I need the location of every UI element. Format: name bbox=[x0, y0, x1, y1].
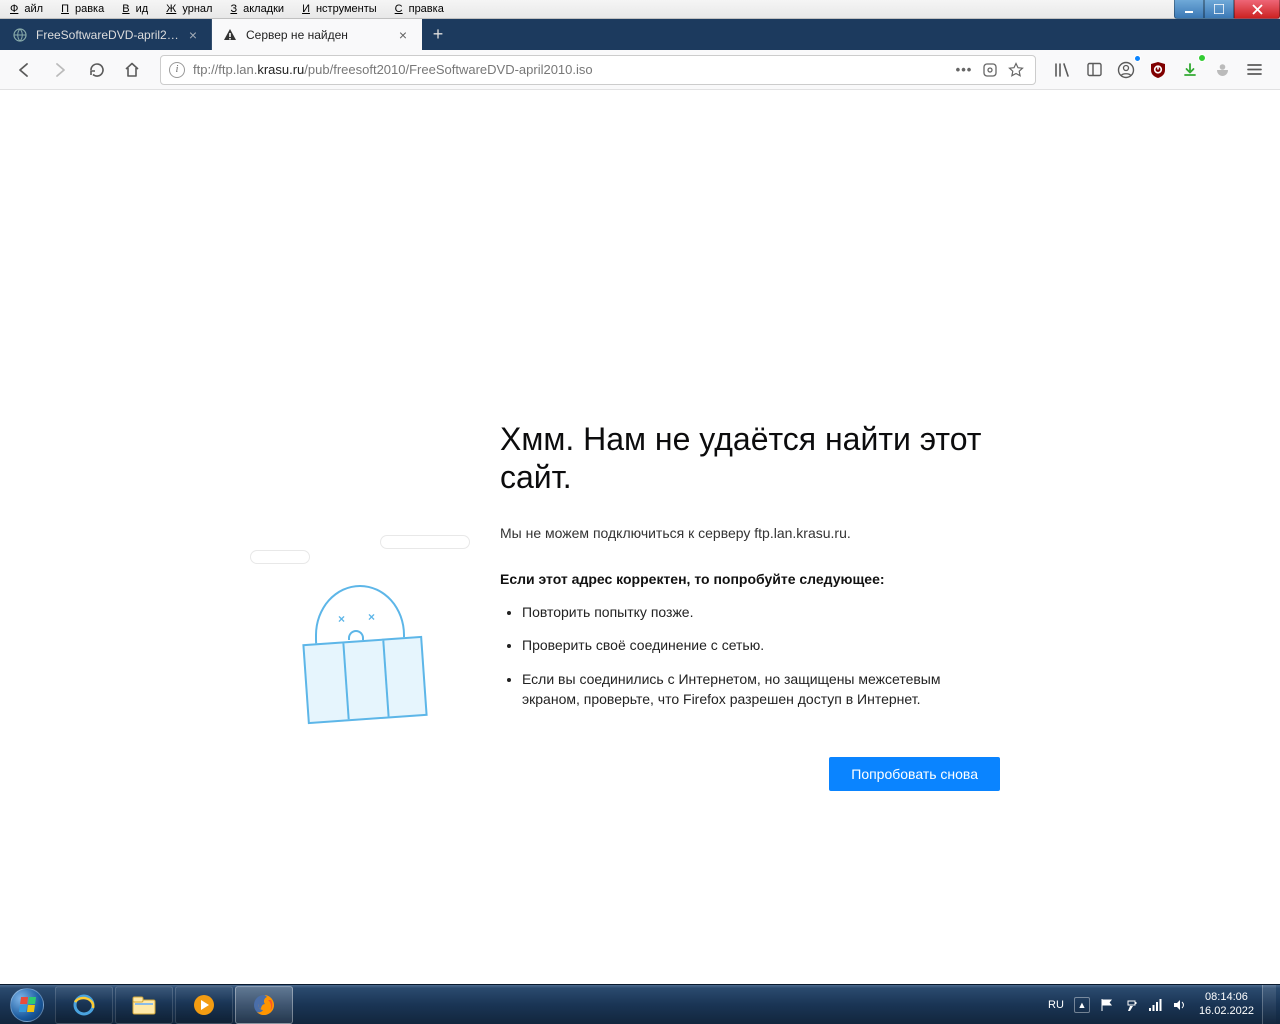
taskbar-wmp[interactable] bbox=[175, 986, 233, 1024]
sidebar-icon[interactable] bbox=[1080, 56, 1108, 84]
tray-flag-icon[interactable] bbox=[1095, 985, 1119, 1024]
menu-help[interactable]: Справка bbox=[389, 3, 456, 15]
menu-bar: Файл Правка Вид Журнал Закладки Инструме… bbox=[0, 0, 1280, 19]
tray-lang[interactable]: RU bbox=[1043, 985, 1069, 1024]
taskbar-ie[interactable] bbox=[55, 986, 113, 1024]
close-button[interactable] bbox=[1234, 0, 1280, 19]
window-buttons bbox=[1174, 0, 1280, 19]
list-item: Проверить своё соединение с сетью. bbox=[522, 636, 1000, 656]
reader-icon[interactable] bbox=[979, 59, 1001, 81]
new-tab-button[interactable]: + bbox=[422, 19, 454, 50]
tray-power-icon[interactable] bbox=[1119, 985, 1143, 1024]
tab-close-icon[interactable]: × bbox=[395, 27, 411, 43]
tray-volume-icon[interactable] bbox=[1167, 985, 1191, 1024]
menu-edit[interactable]: Правка bbox=[55, 3, 116, 15]
error-illustration: ×× bbox=[220, 530, 480, 760]
menu-icon[interactable] bbox=[1240, 56, 1268, 84]
warning-icon bbox=[222, 27, 238, 43]
minimize-button[interactable] bbox=[1174, 0, 1204, 19]
nav-bar: i ftp://ftp.lan.krasu.ru/pub/freesoft201… bbox=[0, 50, 1280, 90]
url-bar[interactable]: i ftp://ftp.lan.krasu.ru/pub/freesoft201… bbox=[160, 55, 1036, 85]
tray-chevron-icon[interactable]: ▲ bbox=[1069, 985, 1095, 1024]
error-text: Хмм. Нам не удаётся найти этот сайт. Мы … bbox=[480, 420, 1000, 791]
tab-title: Сервер не найден bbox=[246, 28, 389, 42]
toolbar-right bbox=[1048, 56, 1272, 84]
forward-button[interactable] bbox=[44, 54, 76, 86]
star-icon[interactable] bbox=[1005, 59, 1027, 81]
menu-bookmarks[interactable]: Закладки bbox=[224, 3, 296, 15]
start-button[interactable] bbox=[0, 985, 54, 1024]
list-item: Если вы соединились с Интернетом, но защ… bbox=[522, 670, 1000, 709]
tab-0[interactable]: FreeSoftwareDVD-april2010.iso × bbox=[2, 19, 212, 50]
show-desktop-button[interactable] bbox=[1262, 985, 1276, 1024]
info-icon[interactable]: i bbox=[169, 62, 185, 78]
tray-clock[interactable]: 08:14:06 16.02.2022 bbox=[1191, 991, 1262, 1019]
tab-1[interactable]: Сервер не найден × bbox=[212, 19, 422, 50]
retry-button[interactable]: Попробовать снова bbox=[829, 757, 1000, 791]
error-title: Хмм. Нам не удаётся найти этот сайт. bbox=[500, 420, 1000, 497]
reload-button[interactable] bbox=[80, 54, 112, 86]
menu-tools[interactable]: Инструменты bbox=[296, 3, 389, 15]
back-button[interactable] bbox=[8, 54, 40, 86]
globe-icon bbox=[12, 27, 28, 43]
list-item: Повторить попытку позже. bbox=[522, 603, 1000, 623]
error-bold: Если этот адрес корректен, то попробуйте… bbox=[500, 571, 1000, 587]
error-container: ×× Хмм. Нам не удаётся найти этот сайт. … bbox=[220, 420, 1000, 791]
system-tray: RU ▲ 08:14:06 16.02.2022 bbox=[1043, 985, 1280, 1024]
puzzle-icon[interactable] bbox=[1208, 56, 1236, 84]
tray-date: 16.02.2022 bbox=[1199, 1005, 1254, 1019]
page-actions-icon[interactable]: ••• bbox=[953, 59, 975, 81]
page-content: ×× Хмм. Нам не удаётся найти этот сайт. … bbox=[0, 90, 1280, 984]
taskbar-firefox[interactable] bbox=[235, 986, 293, 1024]
error-list: Повторить попытку позже. Проверить своё … bbox=[500, 603, 1000, 709]
taskbar: RU ▲ 08:14:06 16.02.2022 bbox=[0, 984, 1280, 1024]
tab-close-icon[interactable]: × bbox=[185, 27, 201, 43]
taskbar-explorer[interactable] bbox=[115, 986, 173, 1024]
tray-time: 08:14:06 bbox=[1205, 991, 1248, 1005]
tab-strip: FreeSoftwareDVD-april2010.iso × Сервер н… bbox=[0, 19, 1280, 50]
tab-title: FreeSoftwareDVD-april2010.iso bbox=[36, 28, 179, 42]
tray-network-icon[interactable] bbox=[1143, 985, 1167, 1024]
download-icon[interactable] bbox=[1176, 56, 1204, 84]
ublock-icon[interactable] bbox=[1144, 56, 1172, 84]
menu-view[interactable]: Вид bbox=[116, 3, 160, 15]
menu-history[interactable]: Журнал bbox=[160, 3, 224, 15]
url-text: ftp://ftp.lan.krasu.ru/pub/freesoft2010/… bbox=[193, 62, 949, 77]
home-button[interactable] bbox=[116, 54, 148, 86]
menu-file[interactable]: Файл bbox=[4, 3, 55, 15]
error-subtitle: Мы не можем подключиться к серверу ftp.l… bbox=[500, 525, 1000, 541]
account-icon[interactable] bbox=[1112, 56, 1140, 84]
maximize-button[interactable] bbox=[1204, 0, 1234, 19]
library-icon[interactable] bbox=[1048, 56, 1076, 84]
